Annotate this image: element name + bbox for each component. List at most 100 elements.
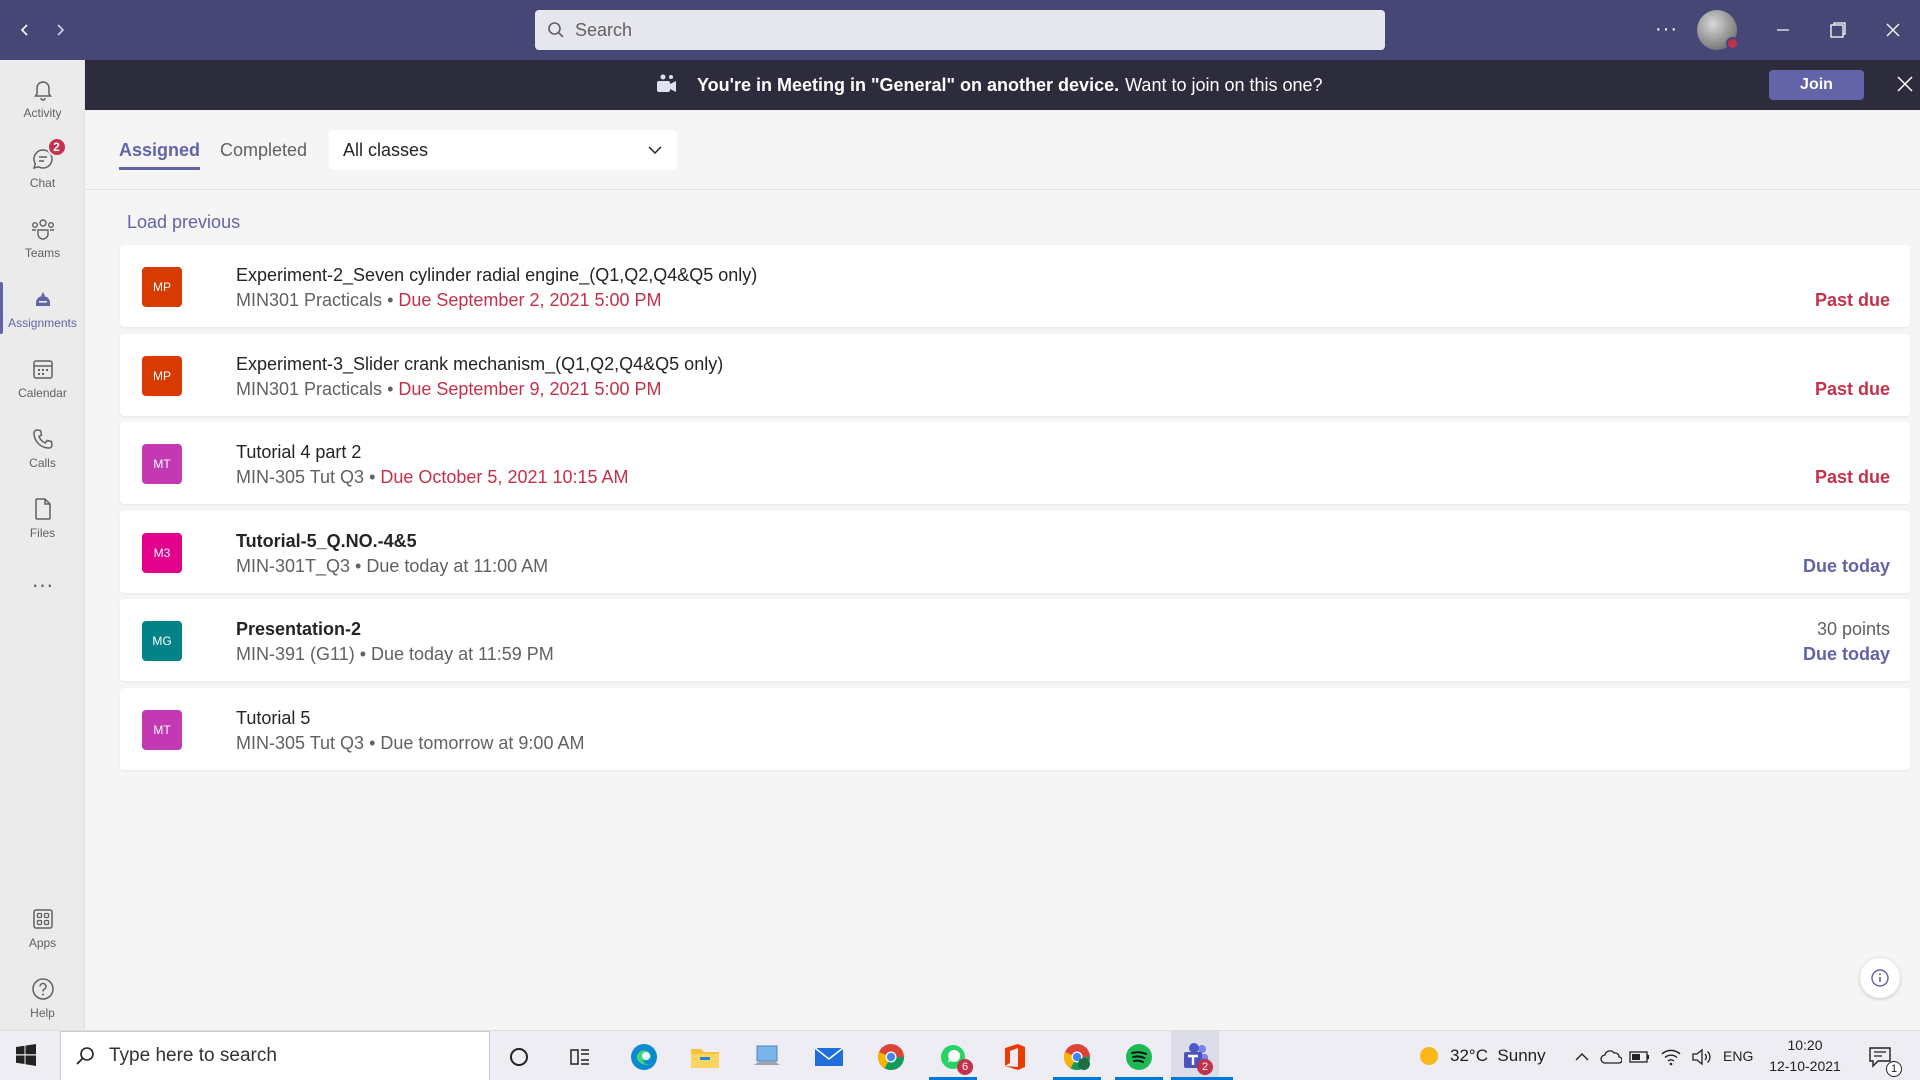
assignment-card[interactable]: MT Tutorial 4 part 2 MIN-305 Tut Q3 • Due … — [120, 422, 1910, 504]
office-icon[interactable] — [999, 1041, 1031, 1073]
whatsapp-icon[interactable]: 6 — [937, 1041, 973, 1075]
assignment-status: Due today — [1802, 556, 1890, 576]
spotify-icon[interactable] — [1123, 1041, 1155, 1073]
rail-item-chat[interactable]: 2 Chat — [0, 136, 85, 198]
title-bar: Search ··· — [0, 0, 1920, 60]
rail-more-button[interactable]: ··· — [0, 554, 85, 616]
rail-item-assignments[interactable]: Assignments — [0, 276, 85, 338]
rail-item-files[interactable]: Files — [0, 486, 85, 548]
assignments-icon — [29, 285, 57, 313]
assignment-status: Past due — [1814, 467, 1890, 487]
rail-item-label: Chat — [29, 175, 56, 190]
assignment-status: Past due — [1814, 379, 1890, 399]
separator-dot: • — [364, 733, 381, 753]
class-avatar: M3 — [142, 533, 182, 573]
rail-item-teams[interactable]: Teams — [0, 206, 85, 268]
windows-start-icon[interactable] — [14, 1043, 38, 1067]
assignment-status: Past due — [1814, 290, 1890, 310]
assignment-due-date: Due today at 11:59 PM — [371, 644, 554, 664]
assignment-class: MIN-305 Tut Q3 — [236, 467, 365, 487]
language-indicator[interactable]: ENG — [1723, 1031, 1753, 1080]
join-button[interactable]: Join — [1769, 70, 1864, 100]
clock-date: 12-10-2021 — [1769, 1058, 1841, 1074]
rail-item-label: Teams — [24, 245, 61, 260]
load-previous-link[interactable]: Load previous — [127, 212, 240, 233]
assignment-due-date: Due September 2, 2021 5:00 PM — [398, 290, 662, 310]
assignment-meta: MIN-305 Tut Q3 • Due October 5, 2021 10:… — [236, 467, 629, 488]
class-filter-dropdown[interactable]: All classes — [329, 130, 677, 170]
cortana-icon[interactable] — [503, 1041, 535, 1073]
wifi-icon[interactable] — [1655, 1041, 1687, 1073]
assignment-meta: MIN-301T_Q3 • Due today at 11:00 AM — [236, 556, 548, 577]
search-input[interactable]: Search — [535, 10, 1385, 50]
rail-item-label: Activity — [23, 105, 62, 120]
chrome-profile-icon[interactable] — [1061, 1041, 1093, 1073]
info-button[interactable] — [1860, 958, 1900, 998]
rail-item-activity[interactable]: Activity — [0, 66, 85, 128]
file-icon — [29, 495, 57, 523]
tab-assigned[interactable]: Assigned — [119, 140, 201, 170]
rail-item-label: Calls — [29, 455, 56, 470]
volume-icon[interactable] — [1686, 1041, 1718, 1073]
back-arrow-icon[interactable] — [13, 18, 37, 42]
rail-item-label: Calendar — [18, 385, 67, 400]
rail-item-apps[interactable]: Apps — [0, 896, 85, 958]
assignment-due-date: Due September 9, 2021 5:00 PM — [398, 379, 662, 399]
assignment-class: MIN-391 (G11) — [236, 644, 355, 664]
minimize-button[interactable] — [1768, 15, 1798, 45]
rail-item-label: Apps — [28, 935, 57, 950]
assignment-meta: MIN301 Practicals • Due September 2, 202… — [236, 290, 662, 311]
close-window-button[interactable] — [1878, 15, 1908, 45]
calendar-icon — [29, 355, 57, 383]
restore-button[interactable] — [1823, 15, 1853, 45]
presence-status-icon — [1726, 37, 1739, 50]
rail-item-help[interactable]: Help — [0, 966, 85, 1028]
mail-icon[interactable] — [813, 1041, 845, 1073]
assignment-title: Tutorial 5 — [236, 708, 311, 728]
chat-icon: 2 — [29, 136, 67, 173]
rail-item-calendar[interactable]: Calendar — [0, 346, 85, 408]
notification-count-badge: 1 — [1886, 1061, 1902, 1077]
close-banner-icon[interactable] — [1895, 74, 1915, 94]
chrome-icon[interactable] — [875, 1041, 907, 1073]
assignment-class: MIN-305 Tut Q3 — [236, 733, 365, 753]
forward-arrow-icon[interactable] — [48, 18, 72, 42]
banner-bold-text: You're in Meeting in "General" on anothe… — [697, 74, 1120, 95]
more-options-icon[interactable]: ··· — [1655, 18, 1678, 41]
tab-completed[interactable]: Completed — [220, 140, 307, 167]
windows-taskbar: Type here to search 6 2 32°C Sunny ENG 1… — [0, 1030, 1920, 1080]
teams-taskbar-icon[interactable]: 2 — [1171, 1031, 1219, 1080]
taskbar-search-input[interactable]: Type here to search — [60, 1031, 490, 1080]
assignment-due-date: Due tomorrow at 9:00 AM — [380, 733, 585, 753]
assignment-card[interactable]: MP Experiment-2_Seven cylinder radial eng… — [120, 245, 1910, 327]
assignment-status: Due today — [1802, 644, 1890, 664]
separator-dot: • — [364, 467, 381, 487]
onedrive-icon[interactable] — [1595, 1041, 1627, 1073]
assignment-card[interactable]: MT Tutorial 5 MIN-305 Tut Q3 • Due tomorro… — [120, 688, 1910, 770]
assignment-meta: MIN-305 Tut Q3 • Due tomorrow at 9:00 AM — [236, 733, 584, 754]
clock-time: 10:20 — [1787, 1037, 1823, 1053]
battery-icon[interactable] — [1624, 1041, 1656, 1073]
weather-widget[interactable]: 32°C Sunny — [1418, 1031, 1546, 1080]
edge-browser-icon[interactable] — [628, 1041, 660, 1073]
separator-dot: • — [354, 644, 372, 664]
assignment-card[interactable]: MG Presentation-2 MIN-391 (G11) • Due toda… — [120, 599, 1910, 681]
separator-dot: • — [382, 290, 399, 310]
file-explorer-icon[interactable] — [689, 1041, 721, 1073]
rail-item-calls[interactable]: Calls — [0, 416, 85, 478]
assignment-title: Presentation-2 — [236, 619, 362, 639]
assignment-card[interactable]: MP Experiment-3_Slider crank mechanism_(Q… — [120, 334, 1910, 416]
notification-center-icon[interactable]: 1 — [1864, 1041, 1902, 1077]
this-pc-icon[interactable] — [751, 1041, 783, 1073]
whatsapp-badge: 6 — [957, 1059, 973, 1075]
teams-icon — [29, 215, 57, 243]
separator-dot: • — [350, 556, 367, 576]
assignment-meta: MIN301 Practicals • Due September 9, 202… — [236, 379, 662, 400]
class-avatar: MG — [142, 621, 182, 661]
apps-icon — [29, 905, 57, 933]
chevron-up-icon[interactable] — [1566, 1041, 1598, 1073]
task-view-icon[interactable] — [564, 1041, 596, 1073]
assignment-card[interactable]: M3 Tutorial-5_Q.NO.-4&5 MIN-301T_Q3 • Due … — [120, 511, 1910, 593]
taskbar-clock[interactable]: 10:20 12-10-2021 — [1765, 1035, 1845, 1077]
profile-avatar[interactable] — [1697, 10, 1739, 50]
